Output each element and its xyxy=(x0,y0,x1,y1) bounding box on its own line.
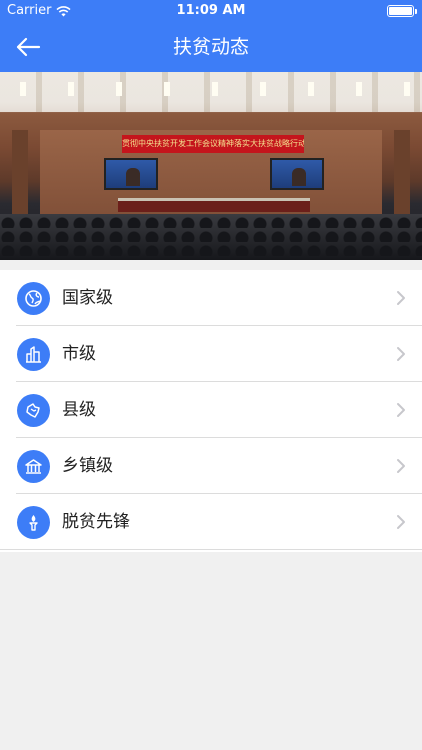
banner-audience xyxy=(0,214,422,260)
list-item-pioneer[interactable]: 脱贫先锋 xyxy=(0,494,422,550)
list-item-township[interactable]: 乡镇级 xyxy=(0,438,422,494)
category-list: 国家级 市级 县级 乡镇级 脱贫先锋 xyxy=(0,270,422,552)
chevron-right-icon xyxy=(397,515,405,529)
banner-image: 贯彻中央扶贫开发工作会议精神落实大扶贫战略行动推进大会 xyxy=(0,72,422,260)
list-item-label: 国家级 xyxy=(62,288,113,308)
city-buildings-icon xyxy=(17,338,50,371)
banner-ceiling-lights xyxy=(0,82,422,96)
list-item-city[interactable]: 市级 xyxy=(0,326,422,382)
torch-icon xyxy=(17,506,50,539)
banner-screen xyxy=(270,158,324,190)
chevron-right-icon xyxy=(397,459,405,473)
list-item-county[interactable]: 县级 xyxy=(0,382,422,438)
list-item-label: 市级 xyxy=(62,344,96,364)
status-bar: Carrier 11:09 AM xyxy=(0,0,422,22)
chevron-right-icon xyxy=(397,347,405,361)
battery-icon xyxy=(387,5,417,17)
banner-dais xyxy=(118,198,310,212)
list-item-label: 县级 xyxy=(62,400,96,420)
globe-icon xyxy=(17,282,50,315)
list-item-label: 乡镇级 xyxy=(62,456,113,476)
list-item-national[interactable]: 国家级 xyxy=(0,270,422,326)
map-region-icon xyxy=(17,394,50,427)
status-time: 11:09 AM xyxy=(176,3,246,18)
banner-stage-sign: 贯彻中央扶贫开发工作会议精神落实大扶贫战略行动推进大会 xyxy=(122,135,304,153)
list-item-label: 脱贫先锋 xyxy=(62,512,130,532)
town-hall-icon xyxy=(17,450,50,483)
chevron-right-icon xyxy=(397,403,405,417)
banner-screen xyxy=(104,158,158,190)
chevron-right-icon xyxy=(397,291,405,305)
nav-bar: 扶贫动态 xyxy=(0,22,422,72)
top-bar: Carrier 11:09 AM 扶贫动态 xyxy=(0,0,422,72)
page-title: 扶贫动态 xyxy=(172,36,249,58)
